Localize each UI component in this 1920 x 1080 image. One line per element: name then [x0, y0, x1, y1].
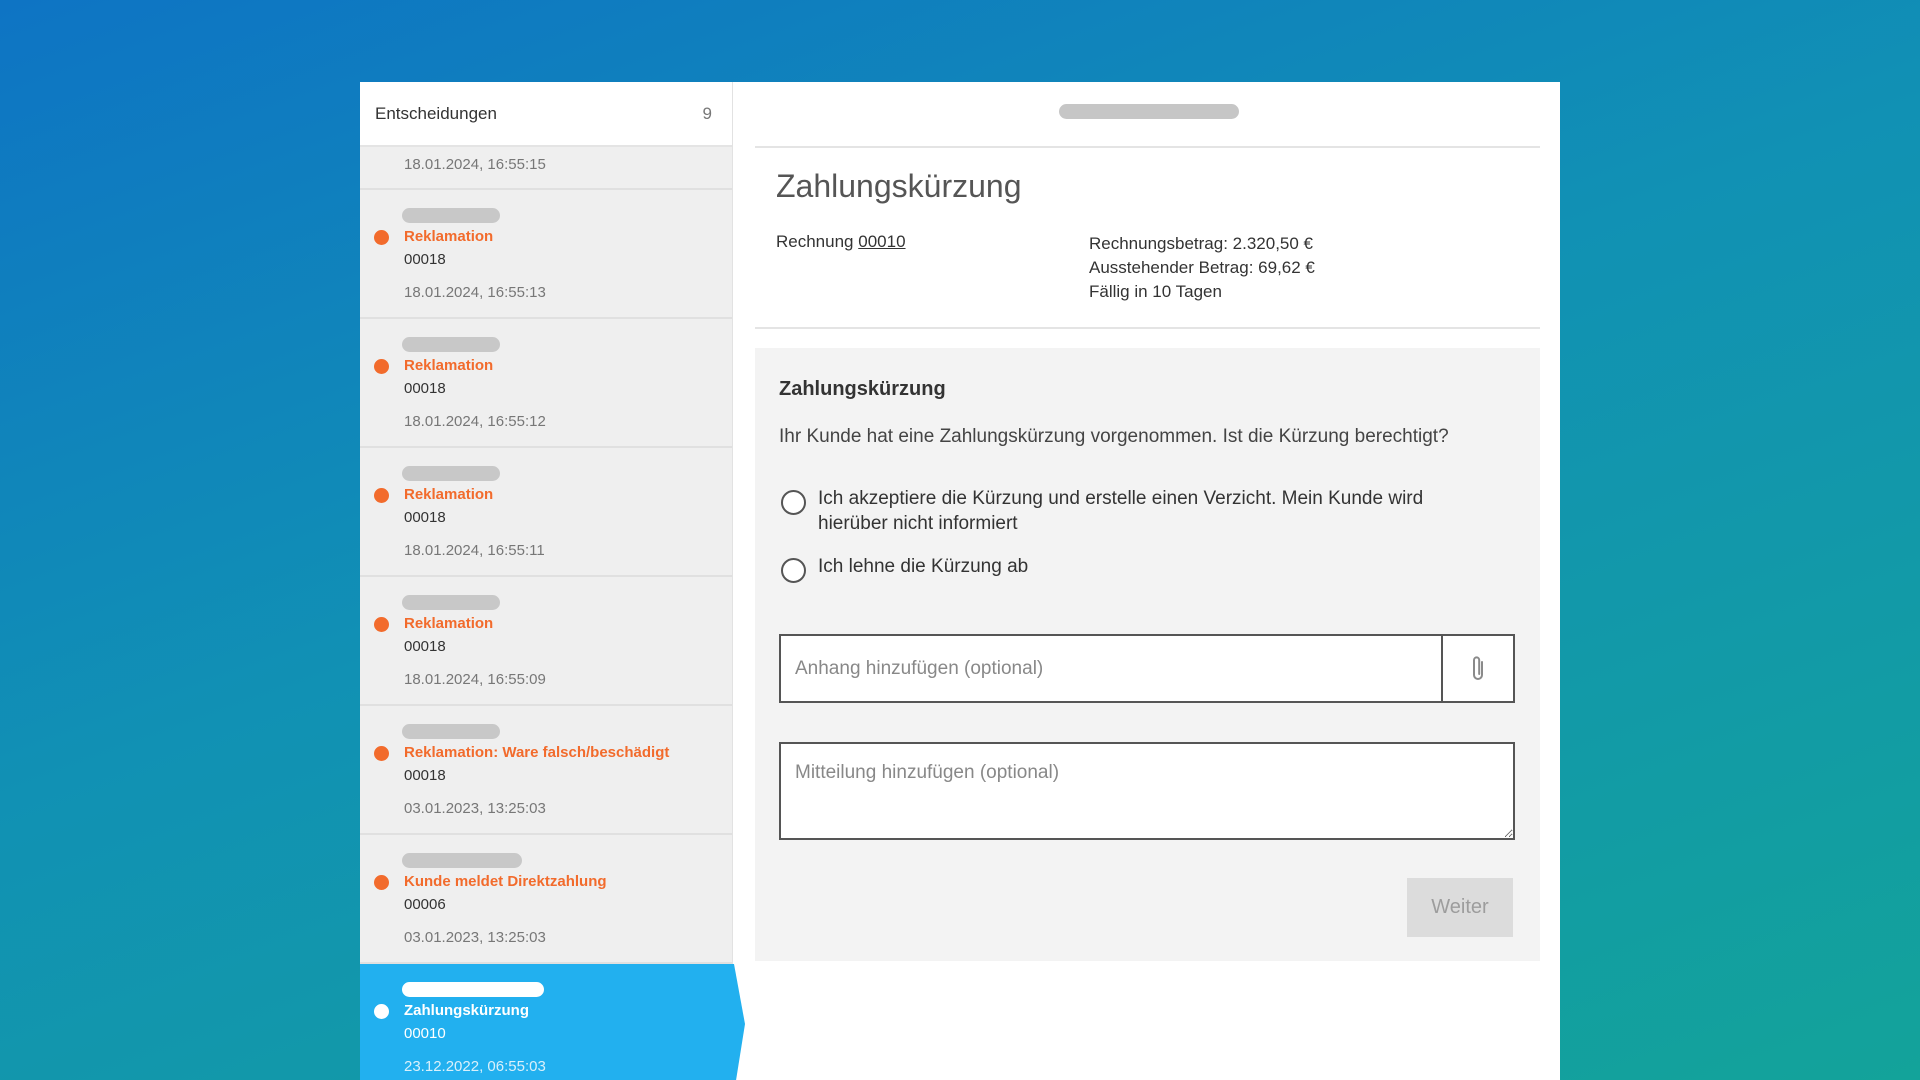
message-textarea[interactable]: [779, 742, 1515, 840]
list-item[interactable]: Reklamation 00018 18.01.2024, 16:55:12: [360, 319, 732, 448]
decision-detail: Zahlungskürzung Rechnung 00010 Rechnungs…: [755, 82, 1540, 1080]
form-heading: Zahlungskürzung: [779, 378, 946, 400]
item-number: 00018: [404, 380, 446, 397]
status-dot-icon: [374, 359, 389, 374]
due-date: Fällig in 10 Tagen: [1089, 282, 1222, 301]
invoice-number-link[interactable]: 00010: [858, 232, 905, 251]
redacted-placeholder: [402, 595, 500, 610]
sidebar-title: Entscheidungen: [375, 103, 497, 123]
status-dot-icon: [374, 1004, 389, 1019]
item-timestamp: 18.01.2024, 16:55:11: [404, 542, 545, 559]
invoice-amounts: Rechnungsbetrag: 2.320,50 € Ausstehender…: [1089, 232, 1315, 304]
item-timestamp: 18.01.2024, 16:55:12: [404, 413, 546, 430]
list-item[interactable]: Kunde meldet Direktzahlung 00006 03.01.2…: [360, 835, 732, 964]
redacted-placeholder: [402, 466, 500, 481]
paperclip-icon: [1473, 655, 1483, 680]
page-title: Zahlungskürzung: [776, 168, 1022, 204]
item-number: 00006: [404, 896, 446, 913]
item-number: 00010: [404, 1025, 446, 1042]
item-title: Reklamation: [404, 228, 494, 245]
item-timestamp: 23.12.2022, 06:55:03: [404, 1058, 546, 1075]
status-dot-icon: [374, 230, 389, 245]
continue-button[interactable]: Weiter: [1407, 878, 1513, 937]
item-title: Reklamation: Ware falsch/beschädigt: [404, 744, 670, 761]
status-dot-icon: [374, 617, 389, 632]
option-accept[interactable]: Ich akzeptiere die Kürzung und erstelle …: [781, 486, 1488, 536]
status-dot-icon: [374, 875, 389, 890]
item-number: 00018: [404, 251, 446, 268]
decision-form: Zahlungskürzung Ihr Kunde hat eine Zahlu…: [755, 348, 1540, 961]
item-timestamp: 18.01.2024, 16:55:15: [404, 156, 546, 173]
item-number: 00018: [404, 509, 446, 526]
divider: [755, 327, 1540, 329]
sidebar-header: Entscheidungen 9: [360, 82, 732, 147]
invoice-label: Rechnung: [776, 232, 854, 251]
status-dot-icon: [374, 488, 389, 503]
attachment-field: [779, 634, 1515, 703]
redacted-placeholder: [402, 724, 500, 739]
item-timestamp: 18.01.2024, 16:55:13: [404, 284, 546, 301]
redacted-placeholder: [402, 337, 500, 352]
item-timestamp: 18.01.2024, 16:55:09: [404, 671, 546, 688]
decisions-sidebar: Entscheidungen 9 18.01.2024, 16:55:15 Re…: [360, 82, 745, 1080]
option-label: Ich akzeptiere die Kürzung und erstelle …: [818, 488, 1424, 534]
divider: [755, 146, 1540, 148]
redacted-placeholder: [402, 853, 522, 868]
item-number: 00018: [404, 638, 446, 655]
option-label: Ich lehne die Kürzung ab: [818, 556, 1029, 577]
option-reject[interactable]: Ich lehne die Kürzung ab: [781, 554, 1488, 583]
attachment-input[interactable]: [781, 636, 1441, 701]
item-timestamp: 03.01.2023, 13:25:03: [404, 929, 546, 946]
redacted-placeholder: [402, 208, 500, 223]
list-item-partial[interactable]: 18.01.2024, 16:55:15: [360, 147, 732, 190]
item-timestamp: 03.01.2023, 13:25:03: [404, 800, 546, 817]
radio-button[interactable]: [781, 558, 806, 583]
app-window: Entscheidungen 9 18.01.2024, 16:55:15 Re…: [360, 82, 1560, 1080]
item-title: Zahlungskürzung: [404, 1002, 529, 1019]
list-item-selected[interactable]: Zahlungskürzung 00010 23.12.2022, 06:55:…: [360, 964, 745, 1080]
list-item[interactable]: Reklamation 00018 18.01.2024, 16:55:13: [360, 190, 732, 319]
radio-button[interactable]: [781, 490, 806, 515]
item-number: 00018: [404, 767, 446, 784]
list-item[interactable]: Reklamation 00018 18.01.2024, 16:55:11: [360, 448, 732, 577]
decisions-count: 9: [702, 103, 712, 123]
item-title: Reklamation: [404, 486, 494, 503]
attach-button[interactable]: [1441, 636, 1513, 701]
outstanding-amount: Ausstehender Betrag: 69,62 €: [1089, 258, 1315, 277]
form-question: Ihr Kunde hat eine Zahlungskürzung vorge…: [779, 426, 1449, 447]
list-item[interactable]: Reklamation: Ware falsch/beschädigt 0001…: [360, 706, 732, 835]
item-title: Kunde meldet Direktzahlung: [404, 873, 607, 890]
redacted-placeholder: [402, 982, 544, 997]
redacted-placeholder: [1059, 104, 1239, 119]
list-item[interactable]: Reklamation 00018 18.01.2024, 16:55:09: [360, 577, 732, 706]
status-dot-icon: [374, 746, 389, 761]
item-title: Reklamation: [404, 615, 494, 632]
invoice-amount: Rechnungsbetrag: 2.320,50 €: [1089, 234, 1314, 253]
item-title: Reklamation: [404, 357, 494, 374]
invoice-reference: Rechnung 00010: [776, 232, 906, 252]
